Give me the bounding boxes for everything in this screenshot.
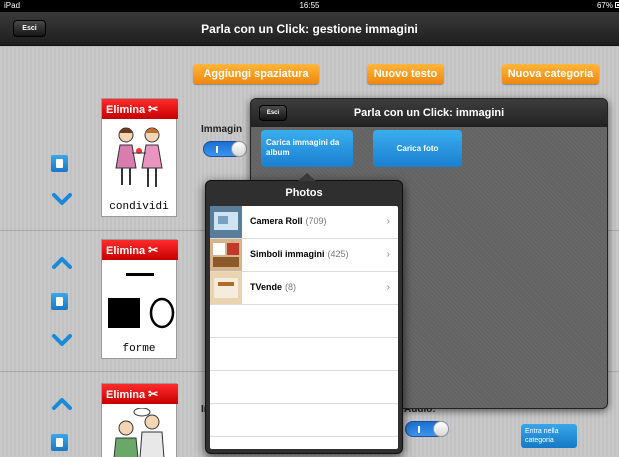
load-from-album-button[interactable]: Carica immagini da album xyxy=(261,130,353,167)
album-thumbnail xyxy=(210,272,242,304)
empty-row xyxy=(210,338,398,371)
page-title: Parla con un Click: gestione immagini xyxy=(201,22,418,36)
album-name-text: TVende xyxy=(250,282,283,292)
image-toggle[interactable] xyxy=(203,141,247,157)
album-count: (8) xyxy=(285,282,297,292)
delete-label: Elimina xyxy=(106,104,146,116)
move-down-icon[interactable] xyxy=(52,334,72,346)
popover-arrow xyxy=(298,173,316,181)
album-row-simboli-immagini[interactable]: Simboli immagini (425) › xyxy=(210,239,398,272)
empty-row xyxy=(210,371,398,404)
album-name: TVende (8) xyxy=(250,282,296,292)
battery-indicator: 67% xyxy=(596,1,619,10)
children-sharing-image xyxy=(115,127,163,187)
scissors-icon: ✂ xyxy=(148,243,159,257)
album-thumbnail xyxy=(210,206,242,238)
album-name: Camera Roll (709) xyxy=(250,216,327,226)
enter-category-button[interactable]: Entra nella categoria xyxy=(521,424,577,448)
empty-row xyxy=(210,305,398,338)
battery-icon xyxy=(615,2,619,8)
move-down-icon[interactable] xyxy=(52,193,72,205)
album-name-text: Simboli immagini xyxy=(250,249,325,259)
delete-button[interactable]: Elimina ✂ xyxy=(102,240,178,260)
album-count: (425) xyxy=(327,249,349,259)
album-name-text: Camera Roll xyxy=(250,216,303,226)
album-name: Simboli immagini (425) xyxy=(250,249,349,259)
new-text-button[interactable]: Nuovo testo xyxy=(367,64,444,84)
move-up-icon[interactable] xyxy=(52,398,72,410)
load-photo-button[interactable]: Carica foto xyxy=(373,130,462,167)
card-label: forme xyxy=(122,343,156,355)
album-thumbnail xyxy=(210,239,242,271)
photos-title: Photos xyxy=(285,187,323,199)
nav-bar: Esci Parla con un Click: gestione immagi… xyxy=(0,12,619,46)
scissors-icon: ✂ xyxy=(148,387,159,401)
edit-icon[interactable] xyxy=(51,155,68,172)
image-card[interactable]: Elimina ✂ forme xyxy=(101,239,178,359)
image-setting-label: Immagin xyxy=(201,124,243,135)
card-label: condividi xyxy=(109,201,169,213)
delete-button[interactable]: Elimina ✂ xyxy=(102,99,178,119)
image-card[interactable]: Elimina ✂ condividi xyxy=(101,98,178,217)
delete-label: Elimina xyxy=(106,389,146,401)
delete-button[interactable]: Elimina ✂ xyxy=(102,384,178,404)
album-row-tvende[interactable]: TVende (8) › xyxy=(210,272,398,305)
popup-nav-bar: Esci Parla con un Click: immagini xyxy=(251,99,607,127)
battery-percent: 67% xyxy=(596,1,613,10)
album-list: Camera Roll (709) › Simboli immagini (425)… xyxy=(210,206,398,449)
album-row-camera-roll[interactable]: Camera Roll (709) › xyxy=(210,206,398,239)
scissors-icon: ✂ xyxy=(148,102,159,116)
delete-label: Elimina xyxy=(106,245,146,257)
audio-toggle[interactable] xyxy=(405,421,449,437)
popup-title: Parla con un Click: immagini xyxy=(353,107,505,119)
people-talking-image xyxy=(113,408,165,457)
status-bar: iPad 16:55 67% xyxy=(0,0,619,12)
edit-icon[interactable] xyxy=(51,293,68,310)
new-category-button[interactable]: Nuova categoria xyxy=(502,64,599,84)
photos-popover: Photos Camera Roll (709) › Simboli immagi… xyxy=(205,173,403,454)
move-up-icon[interactable] xyxy=(52,257,72,269)
shapes-image xyxy=(108,273,175,329)
image-card[interactable]: Elimina ✂ xyxy=(101,383,178,457)
chevron-right-icon: › xyxy=(386,282,390,293)
add-spacing-button[interactable]: Aggiungi spaziatura xyxy=(193,64,319,84)
edit-icon[interactable] xyxy=(51,434,68,451)
album-count: (709) xyxy=(305,216,327,226)
empty-row xyxy=(210,404,398,437)
clock: 16:55 xyxy=(299,1,320,10)
chevron-right-icon: › xyxy=(386,216,390,227)
chevron-right-icon: › xyxy=(386,249,390,260)
